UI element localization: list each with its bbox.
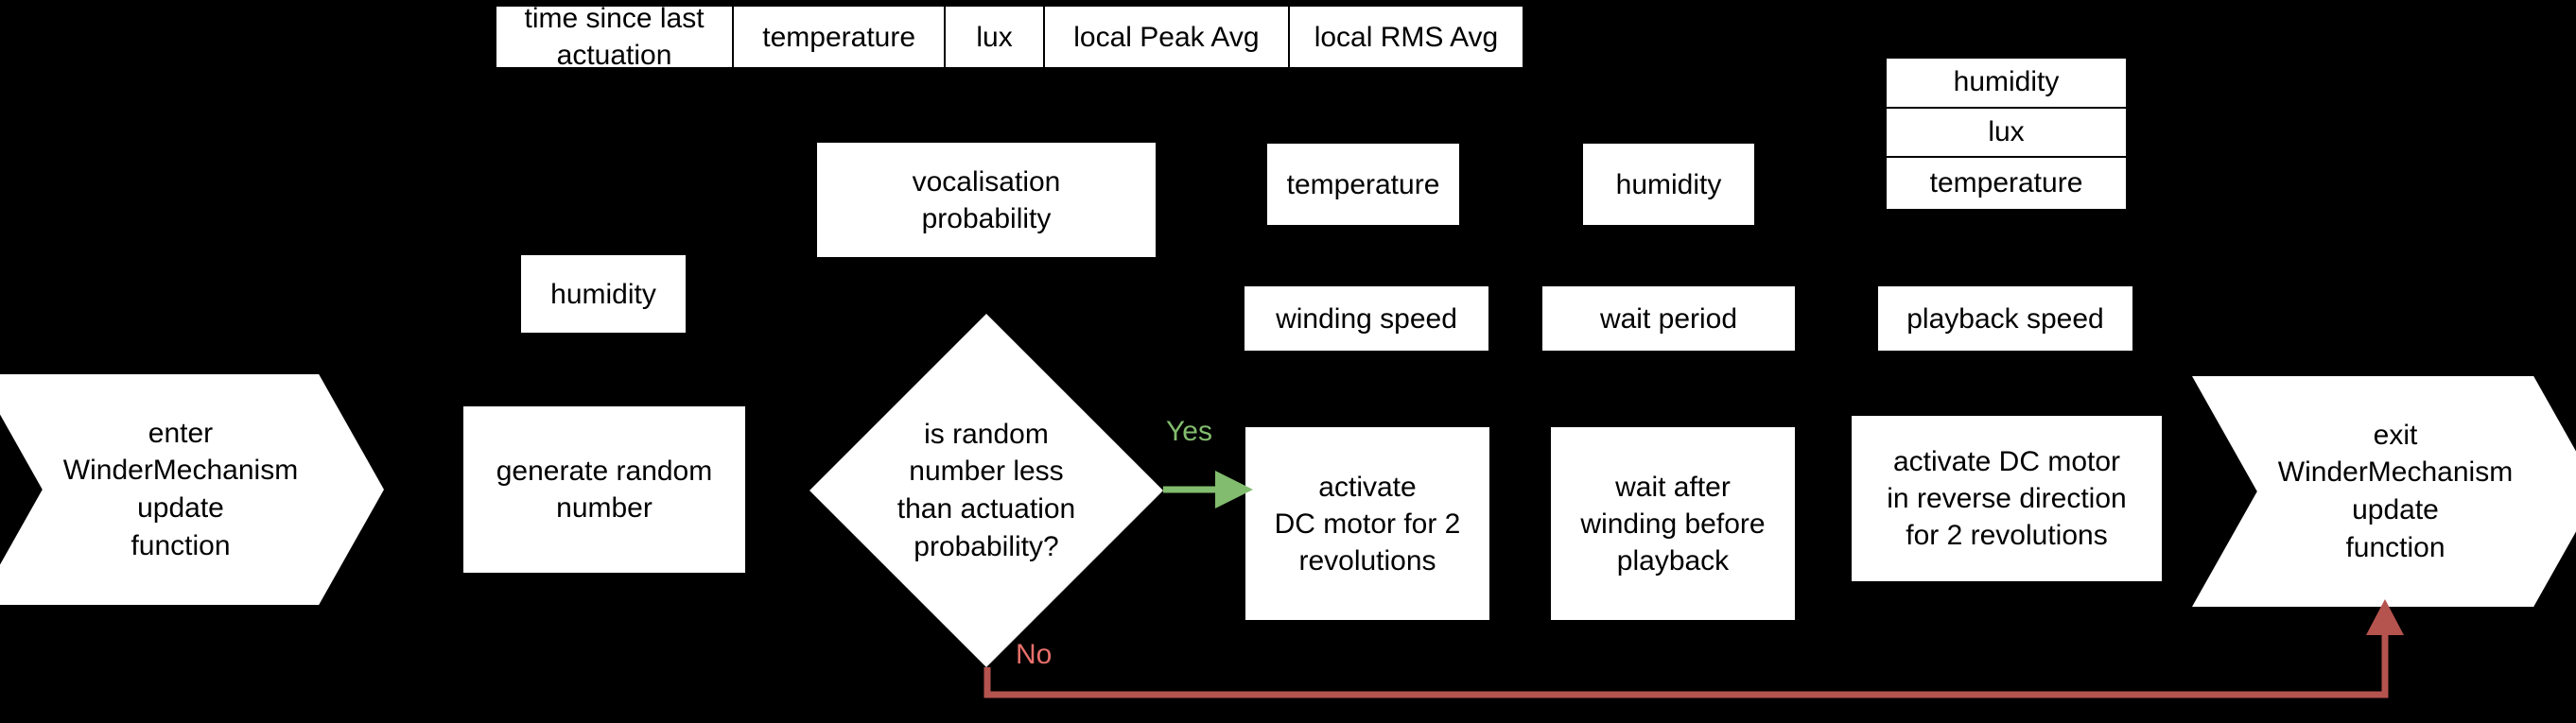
node-wait-period: wait period [1542,286,1795,351]
flowchart-canvas: time since last actuation temperature lu… [0,0,2576,723]
node-winding-speed: winding speed [1244,286,1488,351]
node-temperature-winding: temperature [1267,144,1459,225]
node-enter-winder-mechanism: enter WinderMechanism update function [0,374,384,605]
stack-cell-temperature: temperature [1929,167,2083,199]
node-wait-after-winding: wait after winding before playback [1551,427,1795,620]
stack-cell-lux: lux [1887,109,2126,159]
playback-inputs-stack: humidity lux temperature [1885,57,2128,211]
stack-cell-humidity: humidity [1887,59,2126,109]
diamond-label: is random number less than actuation pro… [896,418,1076,562]
node-generate-random-number: generate random number [463,406,745,573]
node-playback-speed: playback speed [1878,286,2132,351]
node-decision-is-random-number-less: is random number less than actuation pro… [809,314,1163,667]
node-activate-dc-motor: activate DC motor for 2 revolutions [1245,427,1489,620]
node-exit-winder-mechanism: exit WinderMechanism update function [2192,376,2576,607]
node-humidity-wait: humidity [1583,144,1754,225]
node-vocalisation-probability: vocalisation probability [817,143,1156,257]
header-cell-time-since-last-actuation: time since last actuation [496,3,735,71]
edge-label-yes: Yes [1166,416,1212,447]
node-humidity-vocalisation: humidity [521,255,686,333]
node-activate-dc-motor-reverse: activate DC motor in reverse direction f… [1852,416,2162,581]
header-cell-temperature: temperature [734,7,947,67]
header-cell-local-peak-avg: local Peak Avg [1045,7,1290,67]
header-cell-local-rms-avg: local RMS Avg [1314,21,1499,53]
header-cell-lux: lux [946,7,1045,67]
inputs-header-row: time since last actuation temperature lu… [495,3,1524,71]
edge-label-no: No [1016,639,1053,670]
edge-yes-arrow [1163,471,1253,508]
